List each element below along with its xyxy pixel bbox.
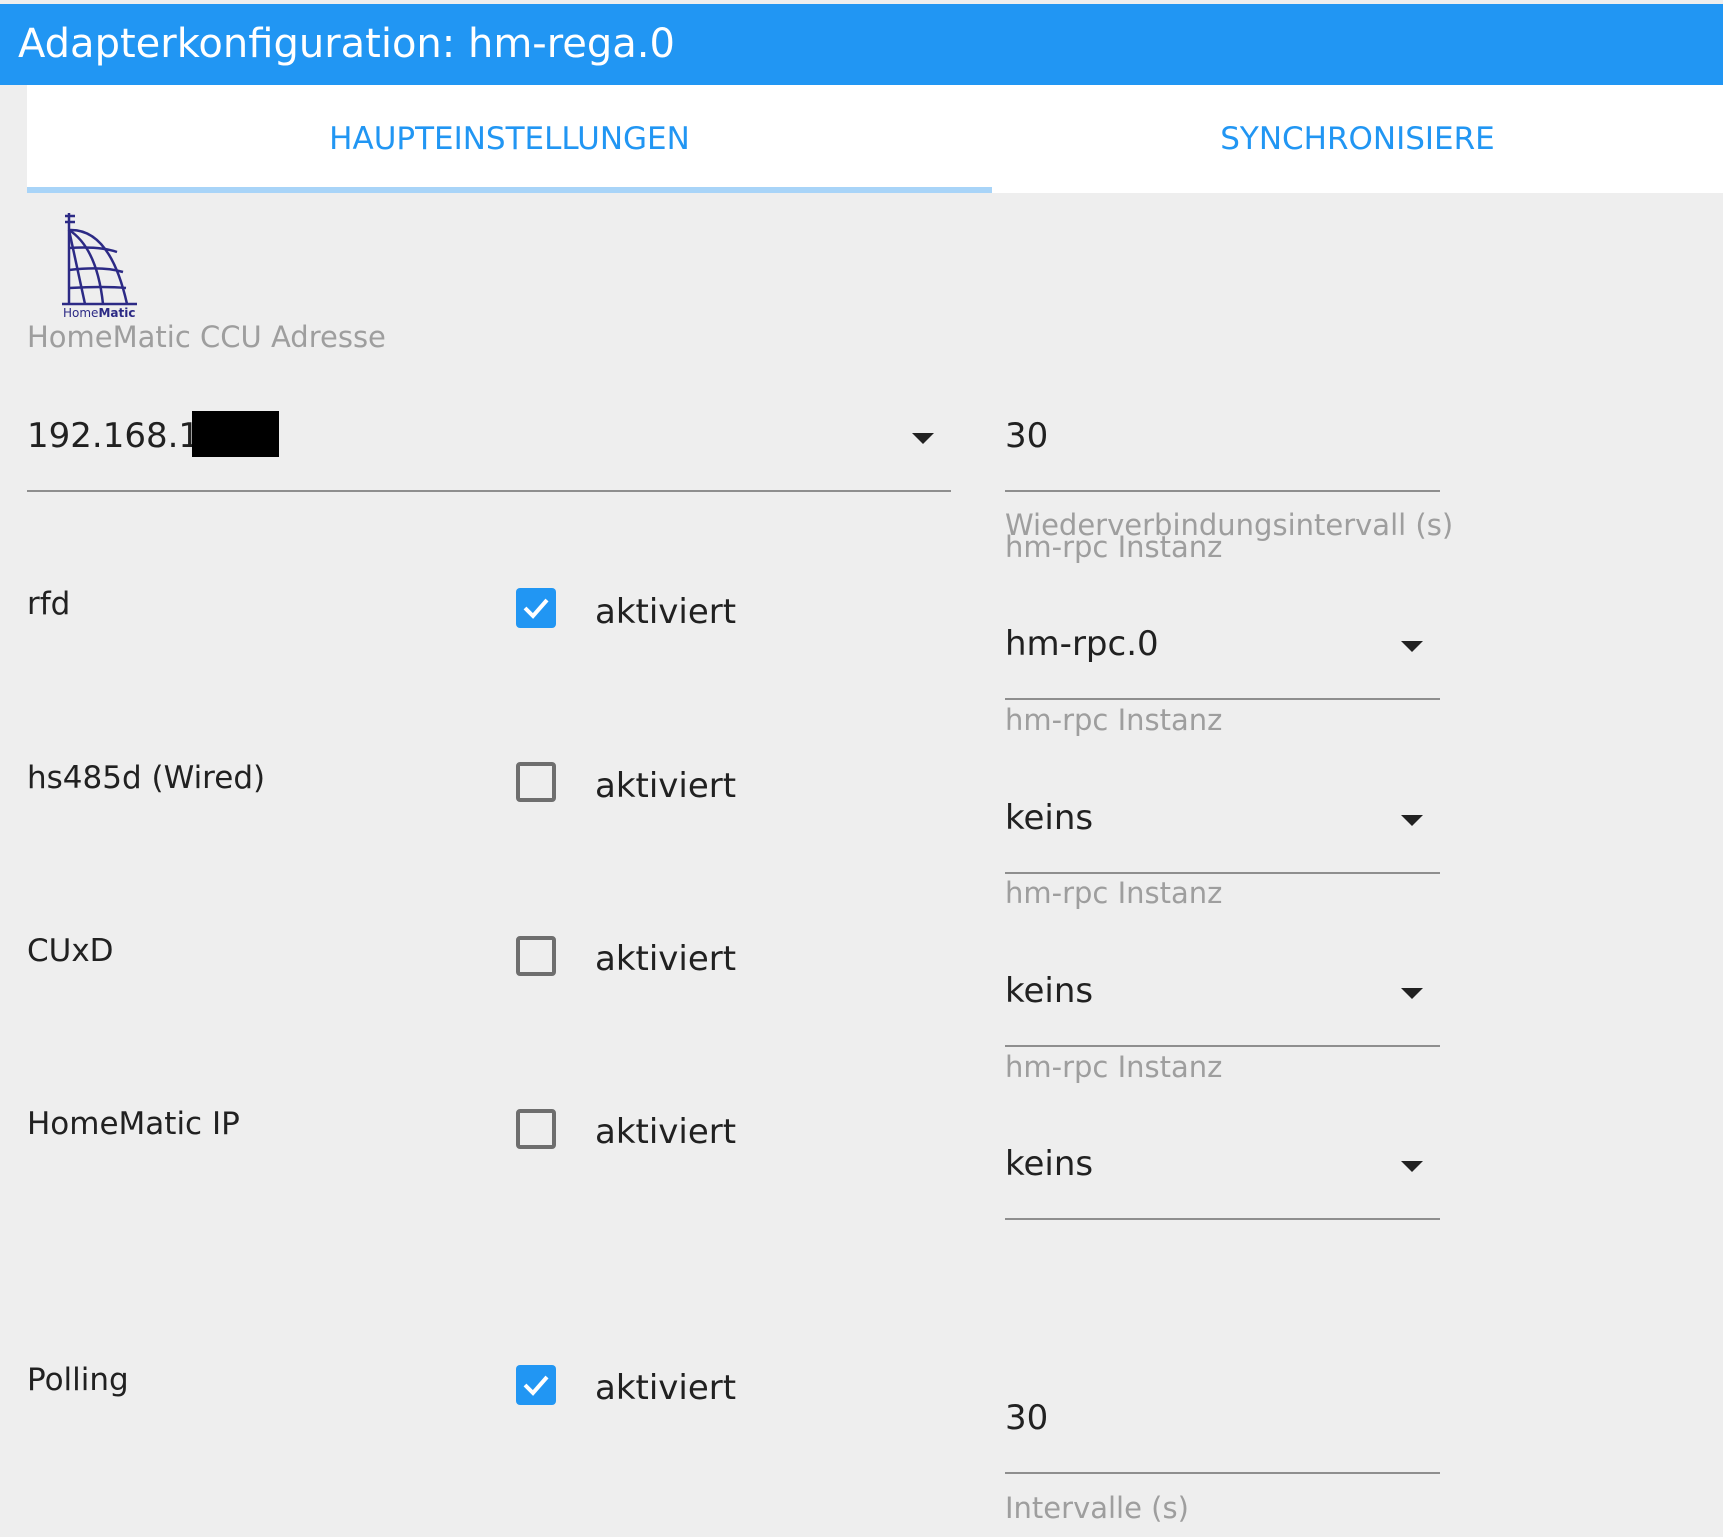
polling-interval-value: 30 (1005, 1398, 1049, 1438)
active-tab-indicator (27, 187, 992, 193)
hs485d-checkbox-label: aktiviert (595, 766, 737, 806)
row-label-rfd: rfd (27, 586, 71, 622)
rfd-instance-select[interactable]: hm-rpc.0 (1005, 608, 1440, 700)
tab-bar: HAUPTEINSTELLUNGEN SYNCHRONISIERE (27, 85, 1723, 193)
homematic-ip-instance-value: keins (1005, 1144, 1094, 1184)
title-bar: Adapterkonfiguration: hm-rega.0 (0, 4, 1723, 85)
cuxd-instance-underline (1005, 1045, 1440, 1047)
cuxd-checkbox[interactable] (516, 936, 556, 976)
tab-synchronisiere[interactable]: SYNCHRONISIERE (992, 85, 1723, 193)
ccu-address-label: HomeMatic CCU Adresse (27, 320, 386, 354)
hs485d-checkbox[interactable] (516, 762, 556, 802)
chevron-down-icon (1401, 641, 1423, 652)
rfd-checkbox[interactable] (516, 588, 556, 628)
chevron-down-icon (912, 433, 934, 444)
reconnect-interval-value: 30 (1005, 416, 1049, 456)
chevron-down-icon (1401, 815, 1423, 826)
chevron-down-icon (1401, 1161, 1423, 1172)
rfd-instance-underline (1005, 698, 1440, 700)
polling-checkbox-label: aktiviert (595, 1368, 737, 1408)
cuxd-instance-select[interactable]: keins (1005, 955, 1440, 1047)
polling-interval-label: Intervalle (s) (1005, 1491, 1189, 1525)
hs485d-instance-select[interactable]: keins (1005, 782, 1440, 874)
hs485d-instance-label: hm-rpc Instanz (1005, 876, 1223, 910)
check-icon (523, 598, 549, 619)
cuxd-instance-value: keins (1005, 971, 1094, 1011)
rpc-instance-label-overlap: hm-rpc Instanz (1005, 530, 1223, 564)
homematic-ip-checkbox[interactable] (516, 1109, 556, 1149)
redaction-block (192, 411, 279, 457)
ccu-address-select[interactable]: 192.168.17 (27, 400, 951, 492)
page-title: Adapterkonfiguration: hm-rega.0 (18, 21, 675, 67)
row-label-hs485d: hs485d (Wired) (27, 760, 266, 796)
reconnect-interval-underline (1005, 490, 1440, 492)
homematic-ip-instance-underline (1005, 1218, 1440, 1220)
rfd-checkbox-label: aktiviert (595, 592, 737, 632)
rfd-instance-label: hm-rpc Instanz (1005, 703, 1223, 737)
logo-text-home: Home (63, 306, 99, 320)
homematic-ip-instance-select[interactable]: keins (1005, 1128, 1440, 1220)
tab-haupteinstellungen[interactable]: HAUPTEINSTELLUNGEN (27, 85, 992, 193)
logo-text: HomeMatic (63, 306, 135, 320)
hs485d-instance-underline (1005, 872, 1440, 874)
ccu-address-underline (27, 490, 951, 492)
cuxd-instance-label: hm-rpc Instanz (1005, 1050, 1223, 1084)
check-icon (523, 1375, 549, 1396)
row-label-cuxd: CUxD (27, 933, 114, 969)
rfd-instance-value: hm-rpc.0 (1005, 624, 1159, 664)
logo-text-matic: Matic (98, 306, 136, 320)
homematic-ip-checkbox-label: aktiviert (595, 1112, 737, 1152)
polling-interval-underline (1005, 1472, 1440, 1474)
polling-checkbox[interactable] (516, 1365, 556, 1405)
row-label-polling: Polling (27, 1362, 129, 1398)
reconnect-interval-input[interactable]: 30 (1005, 400, 1440, 492)
chevron-down-icon (1401, 988, 1423, 999)
cuxd-checkbox-label: aktiviert (595, 939, 737, 979)
hs485d-instance-value: keins (1005, 798, 1094, 838)
row-label-homematic-ip: HomeMatic IP (27, 1106, 240, 1142)
polling-interval-input[interactable]: 30 (1005, 1382, 1440, 1474)
